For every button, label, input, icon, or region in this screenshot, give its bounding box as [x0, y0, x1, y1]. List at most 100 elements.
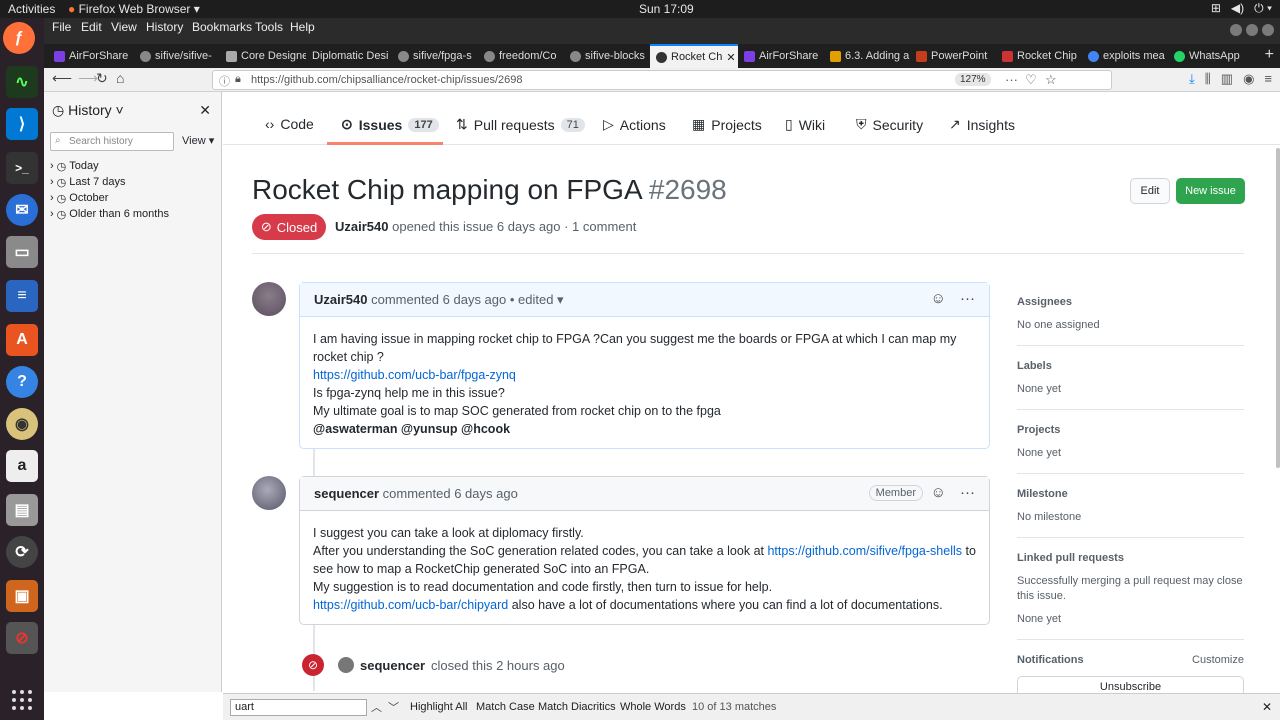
activities-button[interactable]: Activities — [8, 2, 55, 16]
more-options-icon[interactable]: ··· — [960, 484, 975, 501]
tab-actions[interactable]: ▷ Actions — [603, 116, 666, 133]
lock-icon[interactable]: 🔒︎ — [235, 73, 241, 86]
view-menu-button[interactable]: View ▾ — [182, 134, 214, 147]
tab-rocket-chip-2[interactable]: Rocket Chip — [996, 44, 1082, 68]
menu-view[interactable]: View — [111, 20, 137, 34]
help-dock-icon[interactable]: ? — [6, 366, 38, 398]
edit-button[interactable]: Edit — [1130, 178, 1170, 204]
files-dock-icon[interactable]: ▭ — [6, 236, 38, 268]
scanner-dock-icon[interactable]: ▤ — [6, 494, 38, 526]
sidebar-labels[interactable]: Labels None yet — [1017, 354, 1244, 410]
minimize-button[interactable] — [1230, 24, 1242, 36]
menu-tools[interactable]: Tools — [255, 20, 283, 34]
highlight-all-button[interactable]: Highlight All — [410, 701, 467, 713]
comment-meta[interactable]: commented 6 days ago • edited ▾ — [371, 292, 563, 307]
terminal-dock-icon[interactable]: >_ — [6, 152, 38, 184]
avatar[interactable] — [252, 476, 286, 510]
zoom-level[interactable]: 127% — [955, 73, 991, 86]
fpga-zynq-link[interactable]: https://github.com/ucb-bar/fpga-zynq — [313, 368, 516, 382]
match-case-button[interactable]: Match Case — [476, 701, 535, 713]
thunderbird-dock-icon[interactable]: ✉ — [6, 194, 38, 226]
comment-author[interactable]: sequencer — [314, 486, 379, 501]
tab-freedom[interactable]: freedom/Co — [478, 44, 564, 68]
tab-pull-requests[interactable]: ⇅ Pull requests 71 — [456, 116, 585, 133]
tab-rocket-chip-active[interactable]: Rocket Ch ✕ — [650, 44, 738, 68]
home-button[interactable]: ⌂ — [116, 70, 124, 86]
tab-whatsapp[interactable]: WhatsApp — [1168, 44, 1254, 68]
tab-projects[interactable]: ▦ Projects — [692, 116, 762, 133]
new-tab-button[interactable]: + — [1265, 46, 1274, 64]
tab-sifive-blocks[interactable]: sifive-blocks — [564, 44, 650, 68]
history-item-older[interactable]: › ◷ Older than 6 months — [50, 206, 169, 222]
menu-file[interactable]: File — [52, 20, 71, 34]
tab-diplomatic-design[interactable]: Diplomatic Desi — [306, 44, 392, 68]
event-actor[interactable]: sequencer — [360, 658, 425, 673]
history-item-last-7-days[interactable]: › ◷ Last 7 days — [50, 174, 169, 190]
tab-core-designer[interactable]: Core Designe — [220, 44, 306, 68]
scrollbar[interactable] — [1276, 148, 1280, 468]
firefox-dock-icon[interactable]: ƒ — [3, 22, 35, 54]
rhythmbox-dock-icon[interactable]: ◉ — [6, 408, 38, 440]
close-find-bar-icon[interactable]: ✕ — [1262, 700, 1272, 714]
app-menu[interactable]: ● Firefox Web Browser ▾ — [68, 2, 200, 16]
sidebar-header[interactable]: ◷ History ˅ — [52, 102, 124, 119]
avatar[interactable] — [252, 282, 286, 316]
search-history-input[interactable]: ⌕ Search history — [50, 132, 174, 151]
show-apps-icon[interactable] — [10, 688, 34, 712]
comment-author[interactable]: Uzair540 — [314, 292, 367, 307]
mentions[interactable]: @aswaterman @yunsup @hcook — [313, 420, 976, 438]
fpga-shells-link[interactable]: https://github.com/sifive/fpga-shells — [767, 544, 962, 558]
clock[interactable]: Sun 17:09 — [639, 2, 694, 16]
sidebar-projects[interactable]: Projects None yet — [1017, 418, 1244, 474]
system-monitor-dock-icon[interactable]: ∿ — [6, 66, 38, 98]
software-dock-icon[interactable]: A — [6, 324, 38, 356]
tab-security[interactable]: ⛨ Security — [856, 116, 923, 133]
issue-author-link[interactable]: Uzair540 — [335, 219, 388, 234]
library-icon[interactable]: ⫼ — [1205, 71, 1211, 87]
writer-dock-icon[interactable]: ≡ — [6, 280, 38, 312]
customize-link[interactable]: Customize — [1192, 654, 1244, 666]
smiley-icon[interactable]: ☺ — [931, 290, 946, 307]
page-actions-icon[interactable]: ··· — [1005, 72, 1018, 87]
info-icon[interactable]: ⓘ — [219, 73, 230, 89]
sidebar-milestone[interactable]: Milestone No milestone — [1017, 482, 1244, 538]
tab-exploits[interactable]: exploits mea — [1082, 44, 1168, 68]
url-bar[interactable]: ⓘ 🔒︎ https://github.com/chipsalliance/ro… — [212, 70, 1112, 90]
tab-airforshare[interactable]: AirForShare — [48, 44, 134, 68]
smiley-icon[interactable]: ☺ — [931, 484, 946, 501]
find-input[interactable]: uart — [230, 699, 367, 716]
vscode-dock-icon[interactable]: ⟩ — [6, 108, 38, 140]
hamburger-menu-icon[interactable]: ≡ — [1264, 71, 1272, 87]
reload-button[interactable]: ↻ — [96, 70, 108, 87]
tab-sifive-fpga-shells[interactable]: sifive/fpga-s — [392, 44, 478, 68]
avatar[interactable] — [338, 657, 354, 673]
close-sidebar-icon[interactable]: ✕ — [199, 102, 211, 119]
system-tray[interactable]: ⊞ ◀) ⏻ ▾ — [1211, 1, 1272, 16]
impress-dock-icon[interactable]: ▣ — [6, 580, 38, 612]
tab-wiki[interactable]: ▯ Wiki — [785, 116, 825, 133]
tab-adding-a[interactable]: 6.3. Adding a — [824, 44, 910, 68]
account-icon[interactable]: ◉ — [1243, 71, 1254, 87]
menu-history[interactable]: History — [146, 20, 183, 34]
new-issue-button[interactable]: New issue — [1176, 178, 1245, 204]
pocket-icon[interactable]: ♡ — [1025, 72, 1037, 88]
bookmark-star-icon[interactable]: ☆ — [1045, 72, 1057, 88]
tab-code[interactable]: ‹› Code — [265, 116, 314, 132]
history-item-october[interactable]: › ◷ October — [50, 190, 169, 206]
find-next-button[interactable]: ﹀ — [388, 699, 399, 715]
comment-meta[interactable]: commented 6 days ago — [383, 486, 518, 501]
menu-edit[interactable]: Edit — [81, 20, 102, 34]
chipyard-link[interactable]: https://github.com/ucb-bar/chipyard — [313, 598, 508, 612]
tab-airforshare-2[interactable]: AirForShare — [738, 44, 824, 68]
match-diacritics-button[interactable]: Match Diacritics — [538, 701, 616, 713]
sidebar-linked-prs[interactable]: Linked pull requests Successfully merging… — [1017, 546, 1244, 640]
menu-bookmarks[interactable]: Bookmarks — [192, 20, 252, 34]
sidebar-toggle-icon[interactable]: ▥ — [1221, 71, 1233, 87]
more-options-icon[interactable]: ··· — [960, 290, 975, 307]
amazon-dock-icon[interactable]: a — [6, 450, 38, 482]
whole-words-button[interactable]: Whole Words — [620, 701, 686, 713]
history-item-today[interactable]: › ◷ Today — [50, 158, 169, 174]
close-window-button[interactable] — [1262, 24, 1274, 36]
unsubscribe-button[interactable]: Unsubscribe — [1017, 676, 1244, 693]
tab-sifive-sifive[interactable]: sifive/sifive- — [134, 44, 220, 68]
